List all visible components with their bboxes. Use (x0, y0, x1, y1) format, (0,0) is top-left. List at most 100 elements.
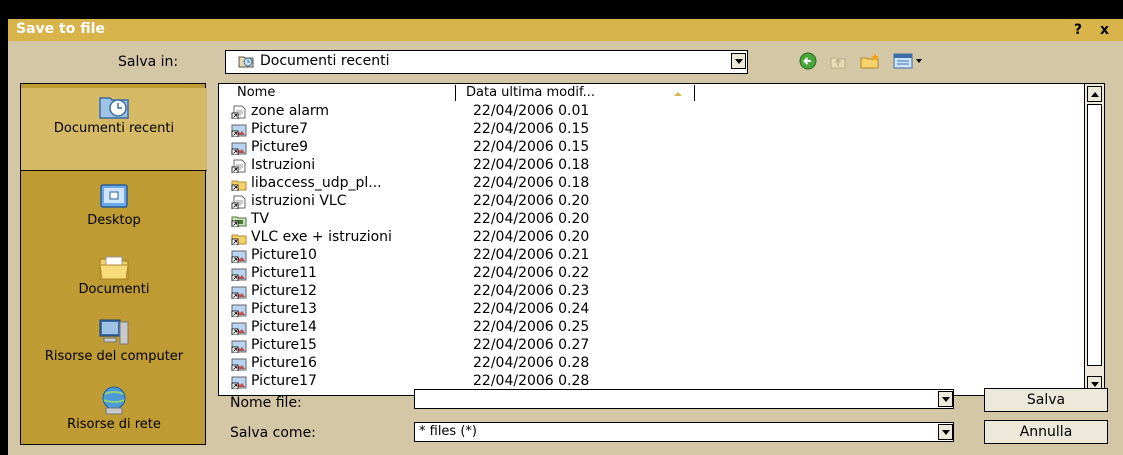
place-desktop-label: Desktop (87, 213, 141, 228)
column-header-date-label: Data ultima modif... (466, 85, 596, 100)
file-date: 22/04/2006 0.21 (473, 247, 590, 263)
file-row[interactable]: Picture13 22/04/2006 0.24 (227, 301, 697, 319)
shortcut-image-icon (231, 376, 247, 389)
file-name: VLC exe + istruzioni (251, 229, 392, 245)
location-label: Salva in: (118, 54, 179, 70)
shortcut-image-icon (231, 340, 247, 353)
vertical-scrollbar[interactable] (1084, 84, 1104, 395)
location-value: Documenti recenti (260, 53, 390, 69)
file-date: 22/04/2006 0.28 (473, 373, 590, 389)
scrollbar-thumb[interactable] (1087, 104, 1102, 366)
filetype-value: * files (*) (419, 424, 477, 439)
close-button[interactable]: x (1100, 22, 1109, 38)
file-row[interactable]: Picture14 22/04/2006 0.25 (227, 319, 697, 337)
file-name: Istruzioni (251, 157, 316, 173)
file-row[interactable]: Picture7 22/04/2006 0.15 (227, 121, 697, 139)
place-computer-label: Risorse del computer (44, 349, 184, 364)
shortcut-image-icon (231, 124, 247, 137)
file-name: Picture9 (251, 139, 309, 155)
save-dialog: Save to file ? x Salva in: Documenti rec… (8, 19, 1123, 455)
title-bar: Save to file ? x (8, 19, 1123, 41)
dialog-title: Save to file (16, 21, 105, 37)
file-name: zone alarm (251, 103, 330, 119)
file-row[interactable]: Picture10 22/04/2006 0.21 (227, 247, 697, 265)
filename-input[interactable] (414, 389, 954, 409)
shortcut-image-icon (231, 322, 247, 335)
file-date: 22/04/2006 0.28 (473, 355, 590, 371)
place-documents[interactable]: Documenti (21, 249, 207, 297)
file-row[interactable]: zone alarm 22/04/2006 0.01 (227, 103, 697, 121)
file-row[interactable]: Picture16 22/04/2006 0.28 (227, 355, 697, 373)
place-recent-documents[interactable]: Documenti recenti (21, 88, 207, 171)
recent-docs-icon (99, 97, 129, 119)
shortcut-image-icon (231, 142, 247, 155)
screen-background: Save to file ? x Salva in: Documenti rec… (0, 0, 1123, 455)
file-name: Picture12 (251, 283, 317, 299)
file-date: 22/04/2006 0.15 (473, 121, 590, 137)
column-header-date[interactable]: Data ultima modif... (456, 85, 695, 101)
help-button[interactable]: ? (1074, 22, 1082, 38)
file-rows: zone alarm 22/04/2006 0.01 Picture7 22/04/2… (227, 103, 697, 391)
filename-label: Nome file: (230, 395, 302, 411)
file-row[interactable]: Picture15 22/04/2006 0.27 (227, 337, 697, 355)
file-row[interactable]: VLC exe + istruzioni 22/04/2006 0.20 (227, 229, 697, 247)
file-row[interactable]: Picture12 22/04/2006 0.23 (227, 283, 697, 301)
shortcut-doc-icon (231, 159, 246, 173)
file-date: 22/04/2006 0.20 (473, 229, 590, 245)
file-name: Picture11 (251, 265, 317, 281)
view-menu-icon[interactable] (892, 51, 928, 71)
desktop-icon (100, 184, 128, 208)
shortcut-image-icon (231, 268, 247, 281)
file-name: Picture10 (251, 247, 317, 263)
file-date: 22/04/2006 0.20 (473, 211, 590, 227)
shortcut-folder-icon (231, 180, 247, 191)
filename-dropdown-arrow[interactable] (938, 391, 953, 407)
file-name: libaccess_udp_pl... (251, 175, 382, 191)
shortcut-image-icon (231, 304, 247, 317)
location-dropdown[interactable]: Documenti recenti (225, 50, 748, 74)
file-name: istruzioni VLC (251, 193, 347, 209)
place-network[interactable]: Risorse di rete (21, 384, 207, 432)
shortcut-tv-icon (231, 216, 247, 227)
new-folder-icon[interactable] (858, 51, 882, 71)
place-desktop[interactable]: Desktop (21, 180, 207, 228)
file-date: 22/04/2006 0.24 (473, 301, 590, 317)
filetype-dropdown-arrow[interactable] (938, 424, 953, 440)
location-dropdown-arrow[interactable] (731, 53, 746, 69)
shortcut-image-icon (231, 250, 247, 263)
place-documents-label: Documenti (78, 282, 150, 297)
file-row[interactable]: TV 22/04/2006 0.20 (227, 211, 697, 229)
save-button[interactable]: Salva (984, 388, 1108, 412)
file-row[interactable]: istruzioni VLC 22/04/2006 0.20 (227, 193, 697, 211)
shortcut-doc-icon (231, 105, 246, 119)
scroll-up-button[interactable] (1087, 86, 1102, 102)
file-date: 22/04/2006 0.18 (473, 157, 590, 173)
places-bar: Documenti recenti Desktop Documenti Riso… (20, 83, 207, 445)
file-list[interactable]: Nome Data ultima modif... zone alarm 22/0… (218, 83, 1105, 396)
file-date: 22/04/2006 0.22 (473, 265, 590, 281)
documents-folder-icon (99, 256, 129, 280)
file-date: 22/04/2006 0.27 (473, 337, 590, 353)
filetype-select[interactable]: * files (*) (414, 422, 954, 442)
cancel-button[interactable]: Annulla (984, 420, 1108, 444)
file-row[interactable]: libaccess_udp_pl... 22/04/2006 0.18 (227, 175, 697, 193)
network-icon (102, 386, 126, 415)
place-network-label: Risorse di rete (67, 417, 161, 432)
computer-icon (99, 319, 129, 345)
recent-docs-icon (238, 56, 254, 68)
file-row[interactable]: Istruzioni 22/04/2006 0.18 (227, 157, 697, 175)
file-name: Picture13 (251, 301, 317, 317)
file-name: Picture7 (251, 121, 309, 137)
file-date: 22/04/2006 0.23 (473, 283, 590, 299)
file-name: Picture15 (251, 337, 317, 353)
file-date: 22/04/2006 0.25 (473, 319, 590, 335)
file-row[interactable]: Picture9 22/04/2006 0.15 (227, 139, 697, 157)
folder-up-icon[interactable] (828, 51, 848, 71)
shortcut-image-icon (231, 358, 247, 371)
back-arrow-icon[interactable] (798, 51, 818, 71)
column-header-name-label: Nome (237, 85, 276, 100)
place-my-computer[interactable]: Risorse del computer (21, 316, 207, 364)
file-name: Picture16 (251, 355, 317, 371)
file-row[interactable]: Picture11 22/04/2006 0.22 (227, 265, 697, 283)
column-header-name[interactable]: Nome (227, 85, 456, 101)
